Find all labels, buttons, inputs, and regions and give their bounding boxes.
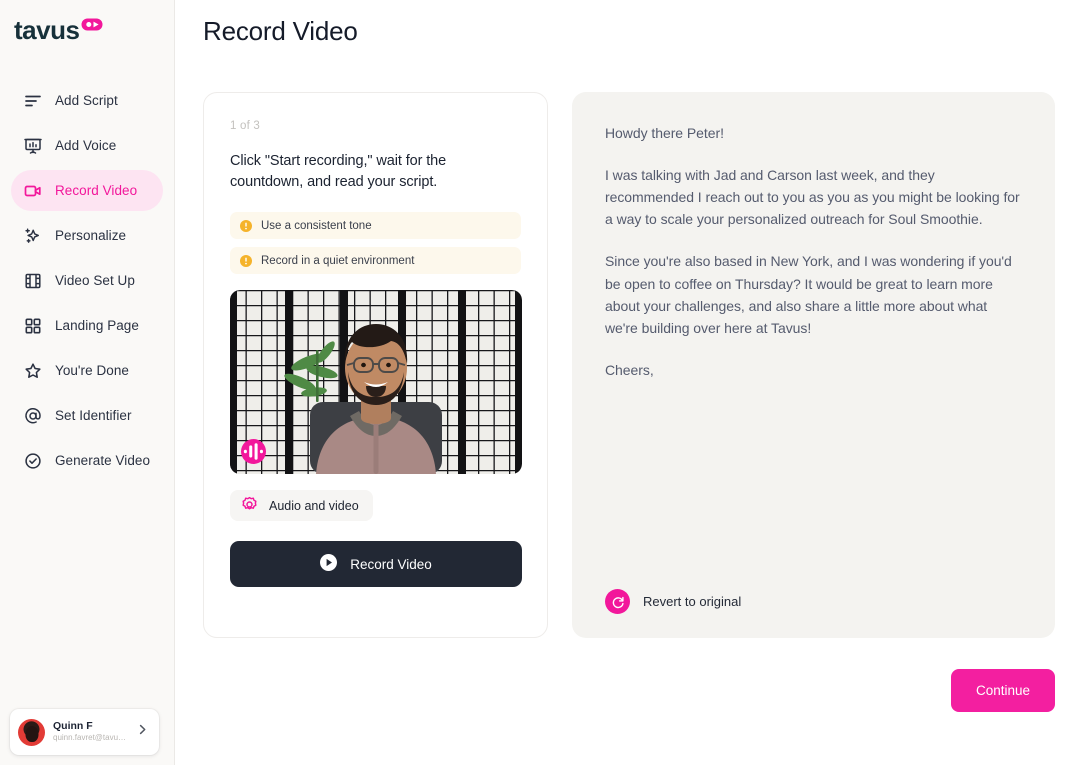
tip-item: Use a consistent tone [230,212,521,239]
script-paragraph: Since you're also based in New York, and… [605,250,1022,338]
sidebar-item-record-video[interactable]: Record Video [11,170,163,211]
tip-label: Use a consistent tone [261,220,372,232]
user-meta: Quinn F quinn.favret@tavus.io [53,720,128,744]
sidebar-item-label: Add Script [55,93,118,108]
sidebar-item-personalize[interactable]: Personalize [11,215,163,256]
sidebar-item-label: Personalize [55,228,126,243]
audio-and-video-label: Audio and video [269,499,359,513]
revert-label: Revert to original [643,594,741,609]
sparkles-icon [23,226,42,245]
main-content: Record Video 1 of 3 Click "Start recordi… [175,0,1080,765]
warning-circle-icon [240,220,252,232]
sidebar-item-label: Add Voice [55,138,116,153]
sidebar-item-label: You're Done [55,363,129,378]
user-email: quinn.favret@tavus.io [53,733,128,743]
sidebar-item-label: Video Set Up [55,273,135,288]
continue-button[interactable]: Continue [951,669,1055,712]
sidebar-item-generate-video[interactable]: Generate Video [11,440,163,481]
play-circle-icon [320,554,337,574]
tips-list: Use a consistent tone Record in a quiet … [230,212,521,274]
tip-item: Record in a quiet environment [230,247,521,274]
gear-icon [241,496,258,516]
chevron-right-icon [136,723,151,741]
check-circle-icon [23,451,42,470]
webcam-preview-image [230,290,522,474]
script-paragraph: Howdy there Peter! [605,122,1022,144]
sidebar: tavus Add Script [0,0,175,765]
record-video-button[interactable]: Record Video [230,541,522,587]
audio-waveform-icon[interactable] [241,439,266,464]
user-name: Quinn F [53,720,128,733]
sidebar-item-add-script[interactable]: Add Script [11,80,163,121]
tip-label: Record in a quiet environment [261,255,414,267]
script-lines-icon [23,91,42,110]
sidebar-item-label: Record Video [55,183,137,198]
script-paragraph: Cheers, [605,359,1022,381]
script-paragraph: I was talking with Jad and Carson last w… [605,164,1022,230]
content-row: 1 of 3 Click "Start recording," wait for… [203,92,1055,638]
audio-and-video-button[interactable]: Audio and video [230,490,373,521]
sidebar-item-video-set-up[interactable]: Video Set Up [11,260,163,301]
sidebar-item-label: Set Identifier [55,408,132,423]
refresh-icon [605,589,630,614]
step-counter: 1 of 3 [230,120,521,132]
video-camera-icon [23,181,42,200]
sidebar-item-add-voice[interactable]: Add Voice [11,125,163,166]
star-icon [23,361,42,380]
sidebar-item-set-identifier[interactable]: Set Identifier [11,395,163,436]
instruction-text: Click "Start recording," wait for the co… [230,151,521,192]
at-sign-icon [23,406,42,425]
sidebar-item-youre-done[interactable]: You're Done [11,350,163,391]
script-panel[interactable]: Howdy there Peter! I was talking with Ja… [572,92,1055,638]
user-account-card[interactable]: Quinn F quinn.favret@tavus.io [10,709,159,755]
sidebar-item-label: Generate Video [55,453,150,468]
warning-circle-icon [240,255,252,267]
record-card: 1 of 3 Click "Start recording," wait for… [203,92,548,638]
revert-to-original-button[interactable]: Revert to original [605,589,1022,614]
sidebar-nav: Add Script Add Voice [0,80,174,481]
presentation-icon [23,136,42,155]
brand-logo[interactable]: tavus [0,0,174,62]
app-root: tavus Add Script [0,0,1080,765]
page-title: Record Video [203,0,1055,47]
record-video-label: Record Video [350,557,432,572]
grid-squares-icon [23,316,42,335]
footer-bar: Continue [203,669,1055,712]
video-preview[interactable] [230,290,522,474]
avatar [18,719,45,746]
sidebar-item-landing-page[interactable]: Landing Page [11,305,163,346]
sidebar-item-label: Landing Page [55,318,139,333]
play-pill-icon [81,18,103,36]
film-strip-icon [23,271,42,290]
script-body: Howdy there Peter! I was talking with Ja… [605,122,1022,575]
brand-name: tavus [14,17,79,43]
